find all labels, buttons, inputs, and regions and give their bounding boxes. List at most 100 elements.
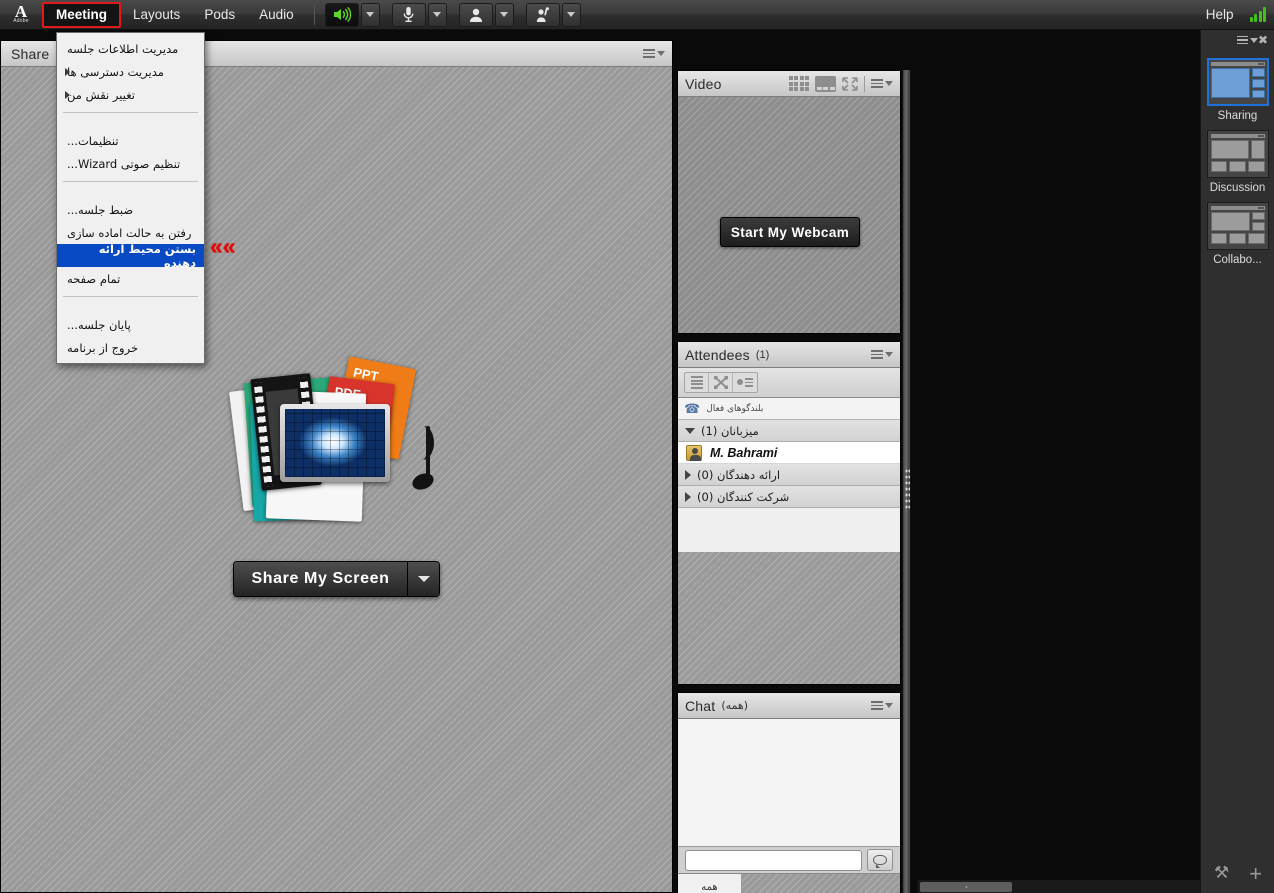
main-menubar: A Adobe Meeting Layouts Pods Audio Help <box>0 0 1274 30</box>
menu-item-label: بستن محیط ارائه دهنده <box>98 241 196 270</box>
attendees-view-toolbar <box>678 368 900 398</box>
menu-layouts-label: Layouts <box>133 7 181 22</box>
microphone-button[interactable] <box>391 2 426 27</box>
splitter-grip-icon <box>905 468 910 510</box>
add-layout-icon[interactable]: + <box>1249 862 1262 884</box>
layout-options-icon <box>1236 35 1248 45</box>
help-area: Help <box>1200 7 1274 22</box>
menu-pods-label: Pods <box>204 7 236 22</box>
webcam-dropdown-button[interactable] <box>494 2 514 27</box>
attendees-empty-area <box>678 552 900 684</box>
status-view-icon[interactable] <box>733 373 757 392</box>
speaker-control-group <box>323 2 380 27</box>
adobe-connect-window: A Adobe Meeting Layouts Pods Audio Help … <box>0 0 1274 893</box>
menu-item-manage-access[interactable]: مدیریت دسترسی ها <box>57 60 204 83</box>
stage-splitter[interactable] <box>902 70 911 893</box>
menu-audio[interactable]: Audio <box>247 2 306 28</box>
video-pod-options-button[interactable] <box>871 79 893 88</box>
raise-hand-dropdown-button[interactable] <box>561 2 581 27</box>
attendee-row-host-1[interactable]: M. Bahrami <box>678 442 900 464</box>
video-pod-body: Start My Webcam <box>678 97 900 333</box>
raise-hand-icon <box>536 6 549 22</box>
webcam-button[interactable] <box>458 2 493 27</box>
layout-bar: ✖ Sharing Discussion Collabo... ⚒ + <box>1200 30 1274 893</box>
raise-hand-button[interactable] <box>525 2 560 27</box>
menu-item-label: رفتن به حالت اماده سازی <box>67 225 192 240</box>
chat-tab-everyone[interactable]: همه <box>678 874 742 893</box>
layout-item-collaboration[interactable]: Collabo... <box>1206 202 1269 266</box>
double-chevron-left-arrow-annotation: «« <box>210 233 236 259</box>
layout-options-button[interactable] <box>1236 35 1258 45</box>
chat-send-button[interactable] <box>867 849 893 871</box>
attendee-group-participants[interactable]: شرکت کنندگان (0) <box>678 486 900 508</box>
chevron-down-icon <box>366 12 375 17</box>
layout-item-sharing[interactable]: Sharing <box>1206 58 1269 122</box>
grid-view-icon[interactable] <box>788 76 809 91</box>
menu-item-record-meeting[interactable]: ضبط جلسه... <box>57 198 204 221</box>
help-button[interactable]: Help <box>1200 7 1240 22</box>
menu-item-full-screen[interactable]: تمام صفحه <box>57 267 204 290</box>
share-pod-options-button[interactable] <box>643 49 665 58</box>
chat-pod: Chat (همه) همه <box>677 692 901 893</box>
attendees-pod-options-button[interactable] <box>871 350 893 359</box>
layout-label-collaboration: Collabo... <box>1213 254 1262 266</box>
menu-pods[interactable]: Pods <box>192 2 247 28</box>
layout-label-sharing: Sharing <box>1217 110 1258 122</box>
layout-item-discussion[interactable]: Discussion <box>1206 130 1269 194</box>
attendee-group-participants-label: شرکت کنندگان (0) <box>697 489 790 504</box>
tools-icon[interactable]: ⚒ <box>1214 863 1229 883</box>
microphone-dropdown-button[interactable] <box>427 2 447 27</box>
list-view-icon[interactable] <box>685 373 709 392</box>
menu-divider <box>63 181 198 182</box>
video-pod: Video Start My Webcam <box>677 70 901 334</box>
fullscreen-icon[interactable] <box>842 76 858 91</box>
chat-pod-header: Chat (همه) <box>678 693 900 719</box>
menu-item-manage-meeting-info[interactable]: مدیریت اطلاعات جلسه <box>57 37 204 60</box>
start-my-webcam-button[interactable]: Start My Webcam <box>720 217 860 247</box>
chat-pod-options-button[interactable] <box>871 701 893 710</box>
menu-item-exit-application[interactable]: خروج از برنامه <box>57 336 204 359</box>
webcam-control-group <box>457 2 514 27</box>
speaker-dropdown-button[interactable] <box>360 2 380 27</box>
raise-hand-control-group <box>524 2 581 27</box>
chevron-down-icon <box>500 12 509 17</box>
attendee-group-presenters-label: ارائه دهندگان (0) <box>697 467 781 482</box>
scroll-thumb[interactable] <box>920 882 1012 892</box>
submenu-arrow-icon <box>65 67 70 76</box>
menu-item-end-presenter-mode[interactable]: بستن محیط ارائه دهنده <box>57 241 204 270</box>
menu-layouts[interactable]: Layouts <box>121 2 192 28</box>
chevron-down-icon <box>885 81 893 86</box>
webcam-person-icon <box>469 8 482 22</box>
menu-meeting[interactable]: Meeting <box>42 1 122 28</box>
menu-item-label: تنظیمات... <box>67 133 119 148</box>
chevron-down-icon <box>885 352 893 357</box>
chevron-down-icon <box>685 427 695 434</box>
microphone-control-group <box>390 2 447 27</box>
chevron-down-icon <box>433 12 442 17</box>
attendees-pod: Attendees (1) ☎ بلندگوهای فعال میزبانان … <box>677 341 901 685</box>
menu-item-label: تنظیم صوتی Wizard... <box>67 156 181 171</box>
attendee-group-hosts[interactable]: میزبانان (1) <box>678 420 900 442</box>
chevron-down-icon <box>567 12 576 17</box>
menu-item-audio-setup-wizard[interactable]: تنظیم صوتی Wizard... <box>57 152 204 175</box>
menu-item-change-my-role[interactable]: تغییر نقش من <box>57 83 204 106</box>
share-my-screen-dropdown[interactable] <box>407 562 440 596</box>
close-icon[interactable]: ✖ <box>1258 34 1268 46</box>
pod-options-icon <box>643 49 655 58</box>
chevron-right-icon <box>685 469 691 480</box>
menu-item-preferences[interactable]: تنظیمات... <box>57 129 204 152</box>
share-pod-title: Share <box>11 45 50 62</box>
share-my-screen-button[interactable]: Share My Screen <box>232 561 441 597</box>
single-view-icon[interactable] <box>815 75 836 92</box>
menu-item-end-meeting[interactable]: پایان جلسه... <box>57 313 204 336</box>
chat-input[interactable] <box>685 849 862 871</box>
attendee-name: M. Bahrami <box>710 445 778 460</box>
signal-strength-icon[interactable] <box>1249 7 1266 22</box>
microphone-icon <box>403 7 414 22</box>
attendee-group-presenters[interactable]: ارائه دهندگان (0) <box>678 464 900 486</box>
breakout-view-icon[interactable] <box>709 373 733 392</box>
menu-item-label: تمام صفحه <box>67 271 121 286</box>
bottom-scroll-strip[interactable] <box>918 879 1200 893</box>
attendees-pod-header: Attendees (1) <box>678 342 900 368</box>
speaker-button[interactable] <box>324 2 359 27</box>
